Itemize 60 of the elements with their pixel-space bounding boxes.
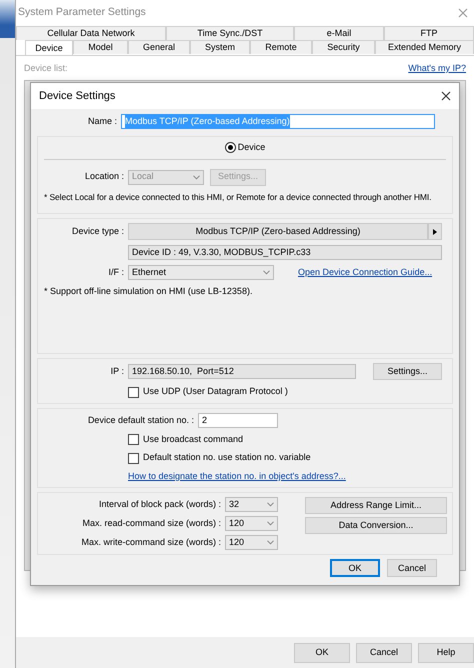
device-list-label: Device list: bbox=[24, 62, 68, 75]
size-dropdown[interactable]: 32 bbox=[225, 497, 278, 512]
field-label: Location : bbox=[84, 170, 124, 184]
window-title: System Parameter Settings bbox=[18, 5, 146, 20]
settings-button[interactable]: Settings... bbox=[373, 363, 442, 380]
checkbox[interactable] bbox=[128, 386, 139, 398]
dropdown-caret-icon bbox=[267, 540, 274, 546]
tab[interactable]: Device bbox=[25, 40, 73, 55]
field-label: IP : bbox=[110, 365, 124, 378]
interface-dropdown[interactable]: Ethernet bbox=[128, 265, 274, 280]
help-link[interactable]: How to designate the station no. in object's address?... bbox=[128, 470, 346, 484]
close-icon[interactable] bbox=[441, 91, 451, 101]
tab[interactable]: Security bbox=[312, 40, 375, 54]
option-button[interactable]: Data Conversion... bbox=[305, 517, 447, 534]
field-label: Interval of block pack (words) : bbox=[98, 498, 221, 511]
radio-button[interactable] bbox=[224, 142, 236, 154]
checkbox[interactable] bbox=[128, 452, 139, 464]
guide-link[interactable]: Open Device Connection Guide... bbox=[298, 266, 432, 280]
field-label: Name : bbox=[86, 114, 117, 128]
tab[interactable]: System bbox=[190, 40, 250, 54]
tab[interactable]: Cellular Data Network bbox=[16, 26, 166, 40]
radio-label: Device bbox=[238, 141, 266, 154]
dialog-button[interactable]: OK bbox=[330, 559, 380, 578]
device-type-button[interactable]: Modbus TCP/IP (Zero-based Addressing) bbox=[128, 223, 428, 240]
dropdown-caret-icon bbox=[263, 270, 270, 276]
dropdown-caret-icon bbox=[267, 521, 274, 526]
option-button[interactable]: Address Range Limit... bbox=[305, 497, 447, 514]
device-id-field: Device ID : 49, V.3.30, MODBUS_TCPIP.c33 bbox=[128, 245, 442, 260]
dropdown-caret-icon bbox=[193, 174, 200, 180]
size-dropdown[interactable]: 120 bbox=[225, 516, 278, 532]
size-dropdown[interactable]: 120 bbox=[225, 535, 278, 550]
arrow-button[interactable] bbox=[428, 223, 442, 240]
tab[interactable]: Model bbox=[73, 40, 128, 54]
tab[interactable]: Remote bbox=[250, 40, 312, 54]
dialog-title: Device Settings bbox=[39, 88, 116, 104]
dialog-button[interactable]: Cancel bbox=[356, 643, 412, 663]
play-arrow-icon bbox=[433, 228, 437, 235]
field-label: Device type : bbox=[70, 225, 124, 238]
note-text: * Select Local for a device connected to this HMI, or Remote for a device connected through another HMI. bbox=[44, 190, 432, 204]
checkbox-label: Use UDP (User Datagram Protocol ) bbox=[143, 385, 288, 398]
note-text: * Support off-line simulation on HMI (use LB-12358). bbox=[44, 285, 254, 298]
whats-my-ip-link[interactable]: What's my IP? bbox=[408, 62, 466, 76]
dialog-button[interactable]: Cancel bbox=[387, 559, 437, 578]
dialog-button[interactable]: OK bbox=[294, 643, 350, 663]
checkbox[interactable] bbox=[128, 434, 139, 445]
checkbox-label: Use broadcast command bbox=[143, 432, 244, 446]
field-label: Device default station no. : bbox=[86, 414, 194, 426]
station-number-field[interactable]: 2 bbox=[198, 412, 278, 428]
field-label: Max. write-command size (words) : bbox=[80, 536, 221, 549]
ip-field: 192.168.50.10, Port=512 bbox=[128, 364, 356, 380]
field-label: I/F : bbox=[108, 266, 124, 279]
tab[interactable]: FTP bbox=[384, 26, 474, 40]
dialog-button[interactable]: Help bbox=[418, 643, 474, 663]
tab[interactable]: Time Sync./DST bbox=[166, 26, 294, 40]
tab[interactable]: Extended Memory bbox=[375, 40, 474, 54]
tab[interactable]: General bbox=[128, 40, 190, 54]
field-label: Max. read-command size (words) : bbox=[81, 517, 221, 530]
dropdown-caret-icon bbox=[267, 502, 274, 508]
checkbox-label: Default station no. use station no. variable bbox=[143, 451, 311, 464]
tab[interactable]: e-Mail bbox=[294, 26, 384, 40]
